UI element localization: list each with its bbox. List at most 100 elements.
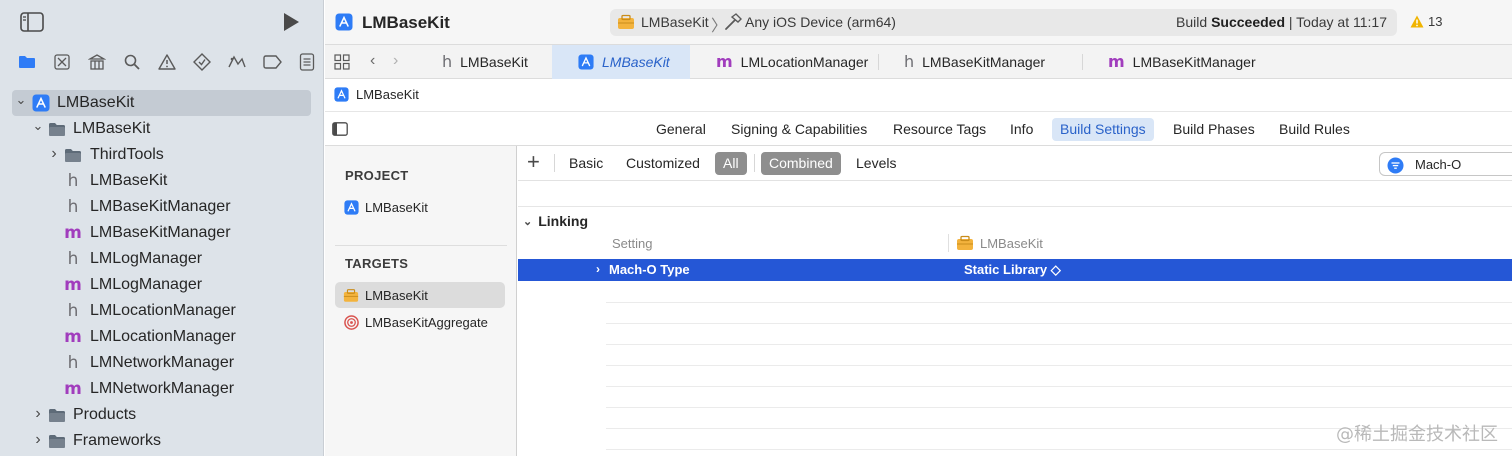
section-divider [518,206,1512,207]
tree-item-label: LMNetworkManager [90,354,235,371]
run-icon[interactable] [282,12,300,36]
scope-button-all[interactable]: All [715,152,747,175]
issue-navigator-warning-icon[interactable] [149,48,184,76]
tab-build-phases[interactable]: Build Phases [1165,118,1263,141]
header-file-icon: h [67,170,79,191]
back-chevron-icon[interactable]: ‹ [370,52,375,70]
section-title: Linking [538,213,588,229]
warning-count: 13 [1428,14,1443,29]
objc-source-file-icon: m [64,378,82,399]
tab-resource-tags[interactable]: Resource Tags [885,118,994,141]
symbol-navigator-icon[interactable] [79,48,114,76]
sidebar-toggle-icon[interactable] [20,12,44,36]
row-divider [606,323,1512,324]
filter-field[interactable]: Mach-O [1379,152,1512,176]
related-items-grid-icon[interactable] [334,54,350,74]
header-file-icon: h [904,52,915,71]
test-navigator-diamond-icon[interactable] [184,48,219,76]
tree-item-m[interactable]: m LMLogManager [0,272,324,298]
column-header-setting[interactable]: Setting [612,236,652,251]
breakpoint-navigator-icon[interactable] [254,48,289,76]
scheme-name[interactable]: LMBaseKit [641,14,709,30]
tree-item-h[interactable]: h LMNetworkManager [0,350,324,376]
filter-value: Mach-O [1415,157,1462,172]
editor-tab[interactable]: m LMLocationManager [690,45,878,79]
tree-item-label: LMLocationManager [90,328,236,345]
header-file-icon: h [67,196,79,217]
build-status-result: Succeeded [1211,14,1286,30]
chevron-down-icon: ⌄ [523,215,533,228]
tab-info[interactable]: Info [1002,118,1041,141]
chevron-right-icon[interactable]: › [596,262,600,276]
folder-icon [48,432,66,450]
tree-item-h[interactable]: h LMLocationManager [0,298,324,324]
forward-chevron-icon[interactable]: › [393,52,398,70]
show-targets-panel-icon[interactable] [332,122,348,140]
chevron-down-icon[interactable]: ⌄ [15,92,27,107]
xcode-project-icon [335,13,353,35]
build-status-time: | Today at 11:17 [1285,14,1387,30]
row-divider [606,386,1512,387]
tree-item-m[interactable]: m LMLocationManager [0,324,324,350]
target-item[interactable]: LMBaseKitAggregate [335,309,505,335]
aggregate-target-icon [343,314,359,330]
setting-row-mach-o-type[interactable]: › Mach-O Type Static Library ◇ [518,259,1512,281]
row-divider [606,302,1512,303]
tab-signing-capabilities[interactable]: Signing & Capabilities [723,118,875,141]
objc-source-file-icon: m [64,274,82,295]
add-setting-button[interactable]: + [527,151,540,173]
xcode-project-icon [578,54,594,70]
scope-button-customized[interactable]: Customized [618,152,708,175]
tree-item-h[interactable]: h LMBaseKit [0,168,324,194]
tree-item-folder[interactable]: ⌄ LMBaseKit [0,116,324,142]
framework-target-icon [957,235,973,250]
chevron-right-icon[interactable]: › [48,145,60,162]
section-linking[interactable]: ⌄ Linking [523,213,588,229]
view-button-combined[interactable]: Combined [761,152,841,175]
project-item-label: LMBaseKit [365,199,428,215]
run-destination[interactable]: Any iOS Device (arm64) [745,14,896,30]
tab-build-settings[interactable]: Build Settings [1052,118,1154,141]
debug-navigator-icon[interactable] [219,48,254,76]
tab-general[interactable]: General [648,118,714,141]
breadcrumb: LMBaseKit [325,79,1512,112]
editor-tab[interactable]: h LMBaseKitManager [878,45,1082,79]
build-status-prefix: Build [1176,14,1212,30]
report-navigator-icon[interactable] [289,48,324,76]
view-button-levels[interactable]: Levels [848,152,904,175]
tree-item-label: LMBaseKitManager [90,224,231,241]
tree-item-m[interactable]: m LMBaseKitManager [0,220,324,246]
tree-item-h[interactable]: h LMLogManager [0,246,324,272]
editor-tab[interactable]: h LMBaseKit [415,45,552,79]
editor-tab[interactable]: LMBaseKit [552,45,690,79]
tree-item-label: LMBaseKit [57,94,135,111]
source-control-icon[interactable] [44,48,79,76]
tree-item-folder[interactable]: › Products [0,402,324,428]
breadcrumb-item[interactable]: LMBaseKit [356,87,419,102]
tree-item-project[interactable]: ⌄ LMBaseKit [12,90,311,116]
tree-item-folder[interactable]: › Frameworks [0,428,324,454]
tree-item-label: Products [73,406,137,423]
navigator-top-bar [0,0,324,44]
warnings-indicator[interactable]: 13 [1410,14,1442,29]
project-item[interactable]: LMBaseKit [335,194,505,220]
tree-item-folder[interactable]: › ThirdTools [0,142,324,168]
chevron-right-icon[interactable]: › [32,431,44,448]
scheme-activity-box[interactable]: LMBaseKit 〉 Any iOS Device (arm64) Build… [610,9,1397,36]
chevron-right-icon[interactable]: › [32,405,44,422]
tree-item-m[interactable]: m LMNetworkManager [0,376,324,402]
tree-item-label: LMLogManager [90,250,203,267]
tab-build-rules[interactable]: Build Rules [1271,118,1358,141]
find-navigator-search-icon[interactable] [114,48,149,76]
hammer-icon [723,12,743,36]
setting-name: Mach-O Type [609,262,690,277]
project-navigator-folder-icon[interactable] [9,48,44,76]
column-header-target[interactable]: LMBaseKit [956,235,1043,251]
scope-button-basic[interactable]: Basic [561,152,611,175]
editor-tab[interactable]: m LMBaseKitManager [1082,45,1260,79]
tree-item-h[interactable]: h LMBaseKitManager [0,194,324,220]
target-item[interactable]: LMBaseKit [335,282,505,308]
row-divider [606,407,1512,408]
setting-value-popup[interactable]: Static Library ◇ [964,262,1061,278]
chevron-down-icon[interactable]: ⌄ [32,118,44,133]
